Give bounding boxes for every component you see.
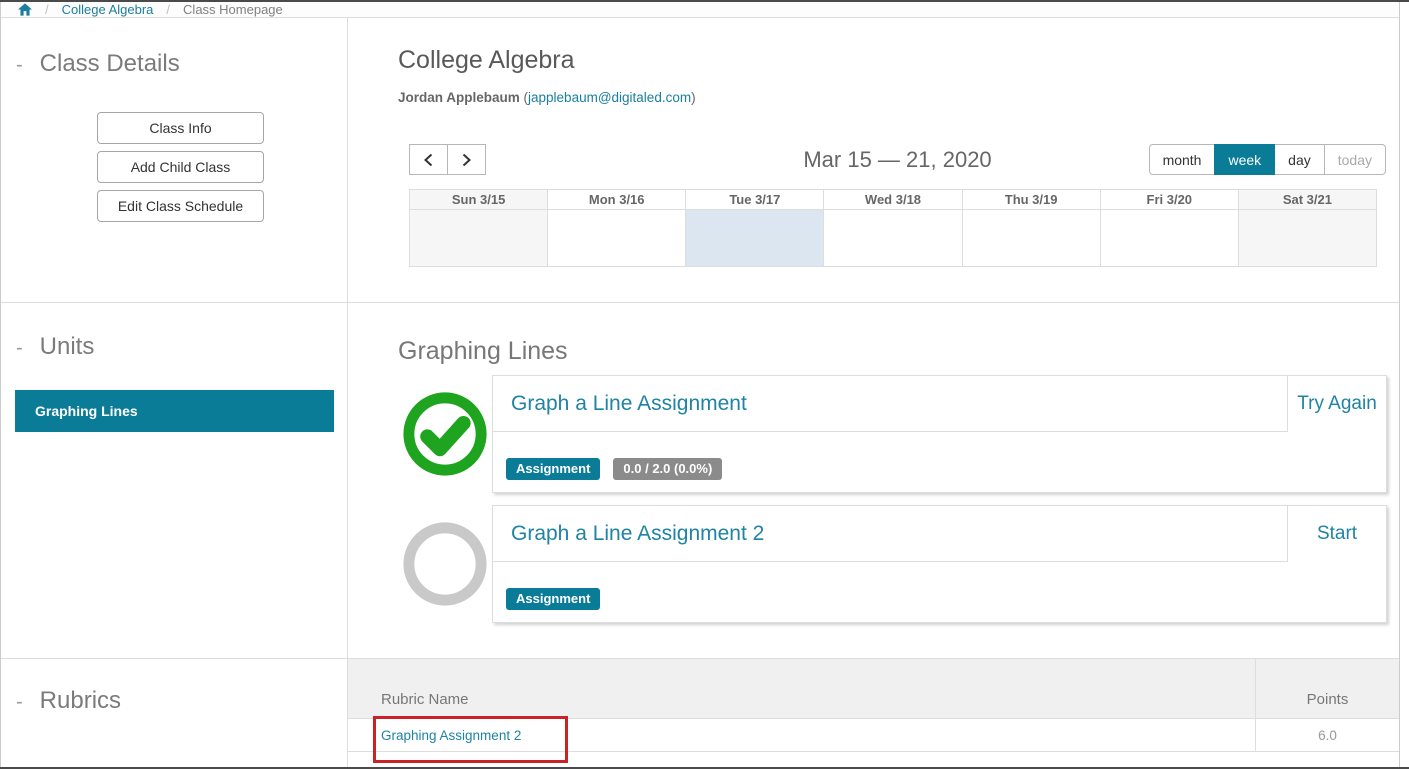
collapse-toggle-units[interactable]: - (16, 338, 23, 358)
assignment-row: Graph a Line Assignment Try Again Assign… (398, 375, 1387, 493)
rubric-points-cell: 6.0 (1255, 719, 1399, 751)
assignment-title-box: Graph a Line Assignment 2 (492, 505, 1288, 562)
assignment-card: Graph a Line Assignment Try Again Assign… (492, 375, 1387, 493)
assignment-title-link[interactable]: Graph a Line Assignment (511, 392, 747, 416)
assignment-badges: Assignment (493, 562, 1386, 610)
calendar-day-header: Thu 3/19 (962, 190, 1100, 210)
instructor-email-link[interactable]: japplebaum@digitaled.com (528, 90, 691, 105)
start-link[interactable]: Start (1317, 523, 1357, 545)
assignment-score-badge: 0.0 / 2.0 (0.0%) (613, 458, 722, 480)
calendar-day-cell-today[interactable] (686, 210, 824, 267)
calendar-body-row (410, 210, 1377, 267)
row-rubrics: - Rubrics Rubric Name Points Graphing As… (1, 659, 1399, 767)
instructor-line: Jordan Applebaum (japplebaum@digitaled.c… (398, 89, 1386, 106)
class-details-title: Class Details (40, 50, 180, 78)
sidebar-class-details: - Class Details Class Info Add Child Cla… (1, 18, 348, 302)
rubrics-section-head: - Rubrics (1, 687, 347, 715)
collapse-toggle-rubrics[interactable]: - (16, 692, 23, 712)
assignment-list: Graph a Line Assignment Try Again Assign… (398, 375, 1387, 623)
units-section-head: - Units (1, 333, 347, 361)
breadcrumb-separator: / (166, 2, 170, 17)
calendar-day-header: Sun 3/15 (410, 190, 548, 210)
edit-class-schedule-button[interactable]: Edit Class Schedule (97, 190, 264, 222)
instructor-name: Jordan Applebaum (398, 90, 520, 105)
sidebar-units: - Units Graphing Lines (1, 303, 348, 658)
week-view-button[interactable]: week (1214, 144, 1275, 175)
chevron-left-icon (423, 153, 434, 167)
chevron-right-icon (461, 153, 472, 167)
main-unit-content: Graphing Lines Graph a Li (348, 303, 1399, 658)
calendar-day-cell[interactable] (548, 210, 686, 267)
calendar-day-cell[interactable] (1100, 210, 1238, 267)
calendar-day-header: Wed 3/18 (824, 190, 962, 210)
rubric-name-cell: Graphing Assignment 2 (348, 719, 1255, 751)
content-frame: / College Algebra / Class Homepage - Cla… (0, 2, 1400, 767)
calendar-day-cell[interactable] (962, 210, 1100, 267)
calendar-day-header: Tue 3/17 (686, 190, 824, 210)
assignment-title-link[interactable]: Graph a Line Assignment 2 (511, 522, 764, 546)
breadcrumb-separator: / (45, 2, 49, 17)
assignment-row: Graph a Line Assignment 2 Start Assignme… (398, 505, 1387, 623)
calendar-day-header: Sat 3/21 (1238, 190, 1376, 210)
complete-check-icon (403, 392, 487, 476)
breadcrumb-link-college-algebra[interactable]: College Algebra (62, 2, 154, 17)
week-calendar: Sun 3/15 Mon 3/16 Tue 3/17 Wed 3/18 Thu … (409, 189, 1377, 267)
rubrics-title: Rubrics (40, 687, 121, 715)
assignment-card: Graph a Line Assignment 2 Start Assignme… (492, 505, 1387, 623)
calendar-prev-button[interactable] (409, 144, 448, 175)
assignment-badges: Assignment 0.0 / 2.0 (0.0%) (493, 432, 1386, 480)
assignment-title-box: Graph a Line Assignment (492, 375, 1288, 432)
assignment-action-zone: Try Again (1288, 376, 1386, 432)
assignment-type-badge: Assignment (506, 588, 600, 610)
calendar-day-header: Fri 3/20 (1100, 190, 1238, 210)
calendar-next-button[interactable] (447, 144, 486, 175)
rubric-table-row: Graphing Assignment 2 6.0 (348, 719, 1399, 752)
row-class-details: - Class Details Class Info Add Child Cla… (1, 18, 1399, 303)
class-details-section-head: - Class Details (1, 50, 347, 78)
assignment-card-head: Graph a Line Assignment Try Again (493, 376, 1386, 432)
rubrics-table-header: Rubric Name Points (348, 659, 1399, 719)
rubrics-table: Rubric Name Points Graphing Assignment 2… (348, 659, 1399, 767)
rubric-name-column-header: Rubric Name (348, 659, 1255, 718)
assignment-type-badge: Assignment (506, 458, 600, 480)
class-info-button[interactable]: Class Info (97, 112, 264, 144)
calendar-toolbar: Mar 15 — 21, 2020 month week day today (409, 144, 1386, 175)
points-column-header: Points (1255, 659, 1399, 718)
collapse-toggle-class-details[interactable]: - (16, 55, 23, 75)
page-title: College Algebra (398, 46, 1386, 75)
add-child-class-button[interactable]: Add Child Class (97, 151, 264, 183)
today-button[interactable]: today (1324, 144, 1386, 175)
main-class-header: College Algebra Jordan Applebaum (japple… (348, 18, 1399, 302)
sidebar-rubrics: - Rubrics (1, 659, 348, 767)
not-started-circle-icon (403, 522, 487, 606)
assignment-action-zone: Start (1288, 506, 1386, 562)
units-title: Units (40, 333, 95, 361)
home-icon[interactable] (18, 3, 32, 16)
row-units: - Units Graphing Lines Graphing Lines (1, 303, 1399, 659)
window-top-edge (0, 0, 1409, 2)
class-homepage: / College Algebra / Class Homepage - Cla… (0, 0, 1409, 769)
calendar-header-row: Sun 3/15 Mon 3/16 Tue 3/17 Wed 3/18 Thu … (410, 190, 1377, 210)
breadcrumb: / College Algebra / Class Homepage (1, 2, 1399, 18)
calendar-nav (409, 144, 486, 175)
class-details-buttons: Class Info Add Child Class Edit Class Sc… (97, 112, 264, 222)
assignment-card-head: Graph a Line Assignment 2 Start (493, 506, 1386, 562)
calendar-day-cell[interactable] (410, 210, 548, 267)
breadcrumb-current-page: Class Homepage (183, 2, 283, 17)
try-again-link[interactable]: Try Again (1297, 393, 1377, 415)
unit-section-title: Graphing Lines (398, 337, 1387, 366)
rubric-link-graphing-assignment-2[interactable]: Graphing Assignment 2 (381, 728, 521, 743)
month-view-button[interactable]: month (1149, 144, 1216, 175)
day-view-button[interactable]: day (1274, 144, 1325, 175)
calendar-view-switcher: month week day today (1149, 144, 1386, 175)
sidebar-item-graphing-lines[interactable]: Graphing Lines (15, 390, 334, 432)
email-paren-close: ) (691, 90, 696, 105)
calendar-day-cell[interactable] (1238, 210, 1376, 267)
calendar-day-header: Mon 3/16 (548, 190, 686, 210)
calendar-day-cell[interactable] (824, 210, 962, 267)
